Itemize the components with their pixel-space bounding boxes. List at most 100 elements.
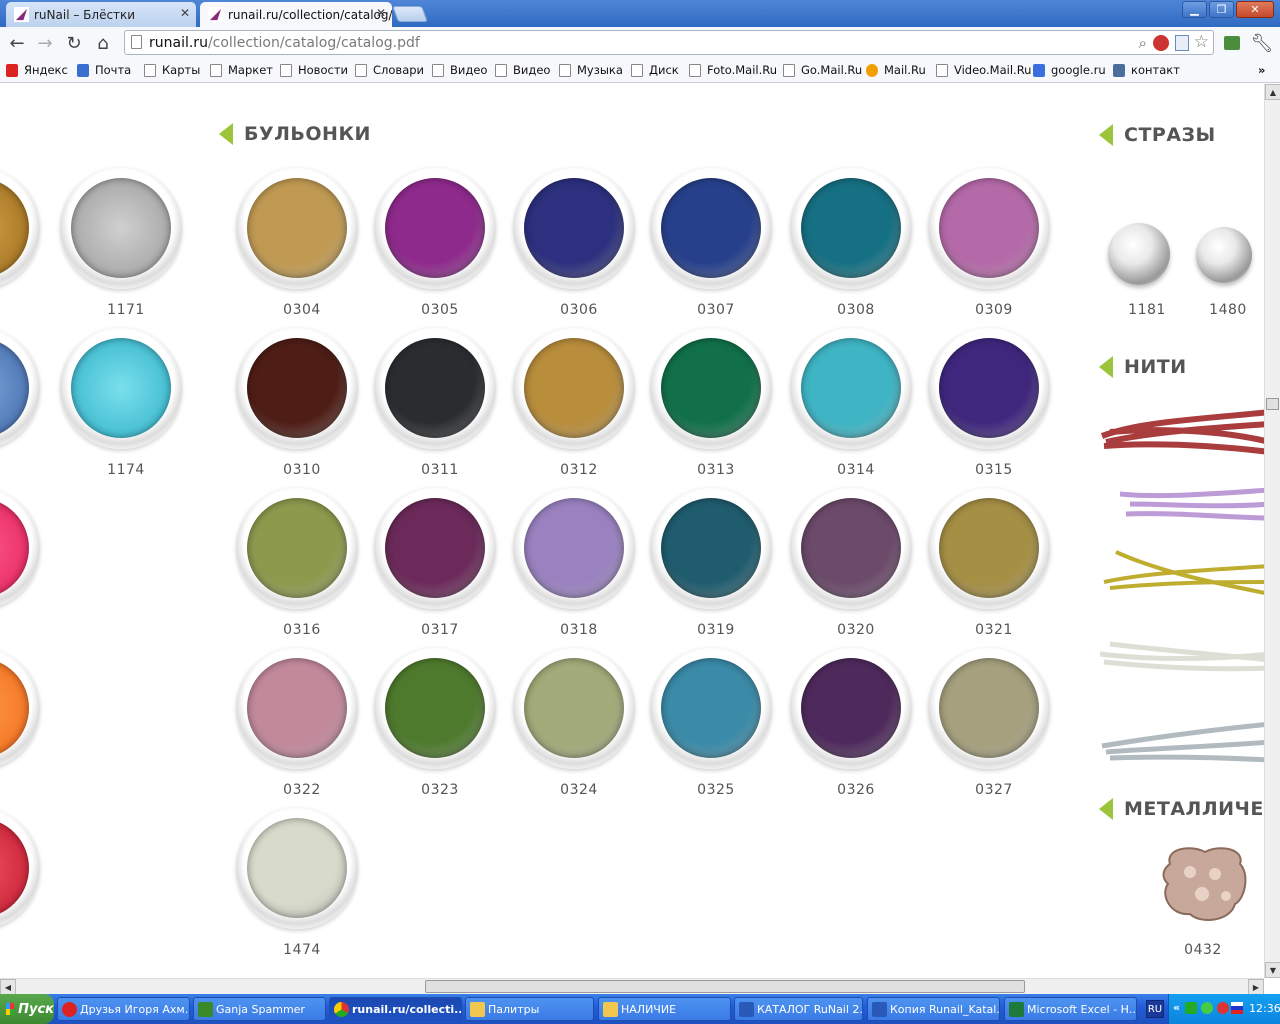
product-code: 0305 [421, 302, 459, 318]
scroll-right-icon[interactable]: ▶ [1248, 979, 1264, 995]
start-button[interactable]: Пуск [0, 994, 54, 1024]
taskbar-item-nalichie[interactable]: НАЛИЧИЕ [598, 997, 731, 1021]
section-title-niti: НИТИ [1099, 356, 1187, 378]
bead-fill [247, 338, 347, 438]
bookmark-muzyka[interactable]: Музыка [559, 63, 623, 77]
wrench-menu-icon[interactable]: 🔧︎ [1250, 31, 1274, 55]
tab-close-icon[interactable]: ✕ [180, 6, 190, 20]
translate-icon[interactable] [1175, 35, 1189, 51]
bead-fill [385, 658, 485, 758]
scroll-up-icon[interactable]: ▲ [1265, 84, 1280, 100]
forward-icon[interactable]: → [33, 31, 57, 55]
yandex-icon [6, 63, 18, 77]
bookmark-go-mail[interactable]: Go.Mail.Ru [783, 63, 862, 77]
horizontal-scroll-thumb[interactable] [425, 980, 1025, 993]
mail-ru-icon [866, 63, 878, 77]
bookmark-slovari[interactable]: Словари [355, 63, 424, 77]
tray-shield-icon[interactable] [1185, 1002, 1197, 1014]
bookmark-novosti[interactable]: Новости [280, 63, 348, 77]
bead-fill [247, 818, 347, 918]
tab-close-icon[interactable]: ✕ [376, 6, 386, 20]
bookmark-yandex[interactable]: Яндекс [6, 63, 68, 77]
taskbar-item-kopiya-word[interactable]: Копия Runail_Katal... [867, 997, 1000, 1021]
bead-fill [939, 178, 1039, 278]
tab-runail-blestki[interactable]: ruNail – Блёстки ✕ [6, 2, 196, 27]
page-icon [131, 35, 142, 49]
horizontal-scrollbar[interactable]: ◀ ▶ [0, 978, 1264, 995]
product-code: 1474 [283, 942, 321, 958]
product-code: 0306 [560, 302, 598, 318]
home-icon[interactable]: ⌂ [91, 31, 115, 55]
tray-antivirus-icon[interactable] [1217, 1002, 1229, 1014]
product-code: 0432 [1184, 942, 1222, 958]
bookmark-disk[interactable]: Диск [631, 63, 679, 77]
section-title-text: СТРАЗЫ [1124, 124, 1216, 146]
vk-icon [1113, 63, 1125, 77]
bookmark-kontakt[interactable]: контакт [1113, 63, 1180, 77]
bead-jar [513, 647, 635, 769]
page-icon [495, 63, 507, 77]
zoom-icon[interactable]: ⌕ [1139, 34, 1147, 52]
bookmark-google[interactable]: google.ru [1033, 63, 1106, 77]
product-code: 0310 [283, 462, 321, 478]
task-label: Ganja Spammer [216, 1002, 305, 1016]
bookmark-star-icon[interactable]: ☆ [1194, 32, 1209, 52]
bookmarks-bar: Яндекс Почта Карты Маркет Новости Словар… [0, 59, 1280, 83]
system-tray: « 12:36 [1168, 994, 1280, 1024]
bead-jar [236, 487, 358, 609]
bookmark-pochta[interactable]: Почта [77, 63, 131, 77]
back-icon[interactable]: ← [5, 31, 29, 55]
minimize-button[interactable]: ▁ [1182, 1, 1207, 18]
bookmark-video-1[interactable]: Видео [432, 63, 487, 77]
bead-fill [801, 498, 901, 598]
bookmark-video-mail[interactable]: Video.Mail.Ru [936, 63, 1031, 77]
section-title-text: НИТИ [1124, 356, 1187, 378]
vertical-scrollbar[interactable]: ▲ ▼ [1264, 84, 1280, 978]
taskbar-item-katalog-word[interactable]: КАТАЛОГ RuNail 2... [734, 997, 863, 1021]
extension-icon[interactable] [1220, 31, 1244, 55]
bookmark-market[interactable]: Маркет [210, 63, 273, 77]
glitter-jar [60, 327, 182, 449]
bookmark-label: Маркет [228, 63, 273, 77]
close-window-button[interactable]: ✕ [1236, 1, 1274, 18]
tray-icq-icon[interactable] [1201, 1002, 1213, 1014]
tray-flag-icon[interactable] [1231, 1002, 1243, 1014]
browser-window: ruNail – Блёстки ✕ runail.ru/collection/… [0, 0, 1280, 1024]
thread-gold [1103, 550, 1264, 595]
bookmark-foto-mail[interactable]: Foto.Mail.Ru [689, 63, 777, 77]
product-code: 0324 [560, 782, 598, 798]
excel-icon [1009, 1002, 1024, 1017]
browser-toolbar: ← → ↻ ⌂ runail.ru/collection/catalog/cat… [0, 27, 1280, 59]
new-tab-button[interactable] [392, 6, 428, 22]
google-icon [1033, 63, 1045, 77]
tray-expand-icon[interactable]: « [1173, 1001, 1180, 1014]
vertical-scroll-thumb[interactable] [1266, 398, 1279, 410]
taskbar-item-palitry[interactable]: Палитры [465, 997, 594, 1021]
tab-runail-catalog[interactable]: runail.ru/collection/catalog/c ✕ [200, 2, 392, 27]
product-code: 0316 [283, 622, 321, 638]
chrome-icon [334, 1002, 349, 1017]
thread-pearl [1100, 641, 1264, 672]
section-title-text: МЕТАЛЛИЧЕСК [1124, 798, 1264, 820]
language-indicator[interactable]: RU [1146, 1000, 1164, 1018]
maximize-button[interactable]: ❐ [1209, 1, 1234, 18]
adblock-icon[interactable] [1153, 35, 1169, 51]
url-text: runail.ru/collection/catalog/catalog.pdf [149, 35, 420, 51]
scroll-down-icon[interactable]: ▼ [1265, 962, 1280, 978]
reload-icon[interactable]: ↻ [62, 31, 86, 55]
taskbar-item-excel[interactable]: Microsoft Excel - Н... [1004, 997, 1137, 1021]
jar-partial [0, 167, 40, 289]
scroll-left-icon[interactable]: ◀ [0, 979, 16, 995]
bookmarks-overflow-icon[interactable]: » [1258, 63, 1265, 77]
address-bar[interactable]: runail.ru/collection/catalog/catalog.pdf… [124, 30, 1214, 55]
taskbar-item-chrome[interactable]: runail.ru/collecti... [329, 997, 462, 1021]
bookmark-mail-ru[interactable]: Mail.Ru [866, 63, 926, 77]
task-label: КАТАЛОГ RuNail 2... [757, 1002, 863, 1016]
bead-jar [928, 327, 1050, 449]
taskbar-item-opera[interactable]: Друзья Игоря Ахм... [57, 997, 190, 1021]
bookmark-karty[interactable]: Карты [144, 63, 200, 77]
bead-jar [513, 487, 635, 609]
bookmark-video-2[interactable]: Видео [495, 63, 550, 77]
taskbar-item-spammer[interactable]: Ganja Spammer [193, 997, 326, 1021]
bead-jar [650, 327, 772, 449]
